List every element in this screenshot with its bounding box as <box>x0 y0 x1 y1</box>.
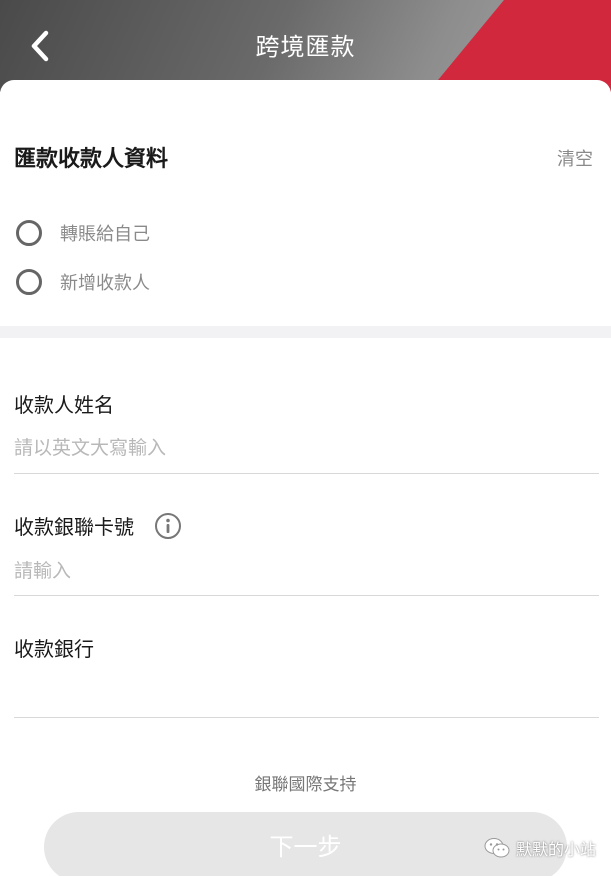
field-underline <box>14 595 599 596</box>
payee-name-label: 收款人姓名 <box>14 393 114 417</box>
option-add-payee[interactable]: 新增收款人 <box>16 265 150 299</box>
field-underline <box>14 473 599 474</box>
payee-section-title: 匯款收款人資料 <box>14 147 169 172</box>
radio-icon[interactable] <box>16 220 42 246</box>
watermark: 默默的小站 <box>484 836 596 860</box>
payee-name-input[interactable] <box>14 433 599 463</box>
option-label: 轉賬給自己 <box>60 224 150 245</box>
bank-select[interactable] <box>14 677 599 707</box>
watermark-text: 默默的小站 <box>516 840 597 859</box>
option-label: 新增收款人 <box>60 273 150 294</box>
content-sheet <box>0 80 611 876</box>
header-bar: 跨境匯款 <box>0 0 611 92</box>
radio-icon[interactable] <box>16 269 42 295</box>
field-underline <box>14 717 599 718</box>
unionpay-support-text: 銀聯國際支持 <box>254 775 357 795</box>
section-divider <box>0 326 611 338</box>
card-number-input[interactable] <box>14 556 599 586</box>
cross-border-remittance-screen: 跨境匯款 匯款收款人資料 清空 轉賬給自己 新增收款人 收款人姓名 收款銀聯卡號… <box>0 0 611 876</box>
page-title: 跨境匯款 <box>255 33 356 61</box>
card-number-label: 收款銀聯卡號 <box>14 515 134 539</box>
info-icon[interactable] <box>154 512 182 540</box>
bank-label: 收款銀行 <box>14 637 94 661</box>
wechat-icon <box>484 838 510 858</box>
option-transfer-to-self[interactable]: 轉賬給自己 <box>16 216 150 250</box>
clear-button[interactable]: 清空 <box>557 147 593 173</box>
